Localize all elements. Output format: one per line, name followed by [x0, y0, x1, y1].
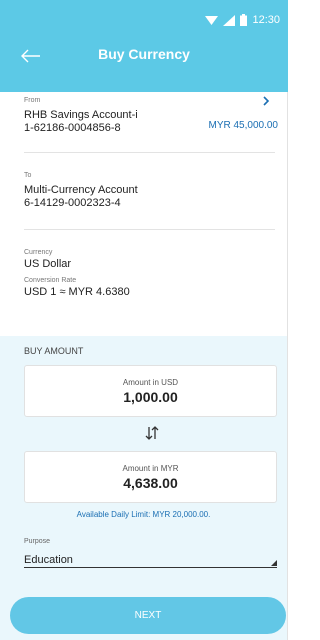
status-bar: 12:30 — [205, 13, 280, 27]
swap-arrows-icon[interactable] — [144, 425, 160, 441]
amount-usd-field[interactable]: Amount in USD 1,000.00 — [24, 365, 277, 417]
to-label: To — [24, 172, 32, 179]
chevron-right-icon[interactable] — [261, 95, 271, 107]
amount-usd-label: Amount in USD — [122, 378, 179, 387]
purpose-value: Education — [24, 554, 73, 566]
from-label: From — [24, 97, 41, 104]
daily-limit-text: Available Daily Limit: MYR 20,000.00. — [76, 510, 211, 519]
currency-section: Currency US Dollar Conversion Rate USD 1… — [24, 249, 275, 299]
top-bar: 12:30 Buy Currency — [0, 0, 288, 92]
amount-myr-field[interactable]: Amount in MYR 4,638.00 — [24, 451, 277, 503]
dropdown-triangle-icon — [271, 560, 277, 566]
amount-myr-value: 4,638.00 — [123, 475, 178, 491]
conversion-rate-label: Conversion Rate — [24, 277, 77, 284]
buy-amount-label: BUY AMOUNT — [24, 346, 84, 356]
to-account-number: 6-14129-0002323-4 — [24, 197, 121, 209]
status-time: 12:30 — [252, 14, 280, 26]
purpose-dropdown[interactable]: Education — [24, 550, 277, 568]
amount-myr-label: Amount in MYR — [122, 464, 179, 473]
amount-usd-value: 1,000.00 — [123, 389, 178, 405]
to-account-name: Multi-Currency Account — [24, 184, 138, 196]
currency-value: US Dollar — [24, 258, 72, 270]
to-account-section: To Multi-Currency Account 6-14129-000232… — [24, 172, 275, 210]
currency-label: Currency — [24, 249, 53, 256]
page-title: Buy Currency — [98, 46, 190, 62]
screen: 12:30 Buy Currency From RHB Savings Acco… — [0, 0, 288, 640]
battery-icon — [240, 14, 248, 26]
purpose-label: Purpose — [24, 538, 51, 545]
wifi-icon — [205, 15, 219, 25]
conversion-rate-value: USD 1 ≈ MYR 4.6380 — [24, 286, 130, 298]
divider — [24, 229, 275, 230]
next-button[interactable]: NEXT — [10, 597, 286, 634]
from-balance: MYR 45,000.00 — [208, 120, 279, 131]
divider — [24, 152, 275, 153]
signal-icon — [223, 14, 236, 26]
